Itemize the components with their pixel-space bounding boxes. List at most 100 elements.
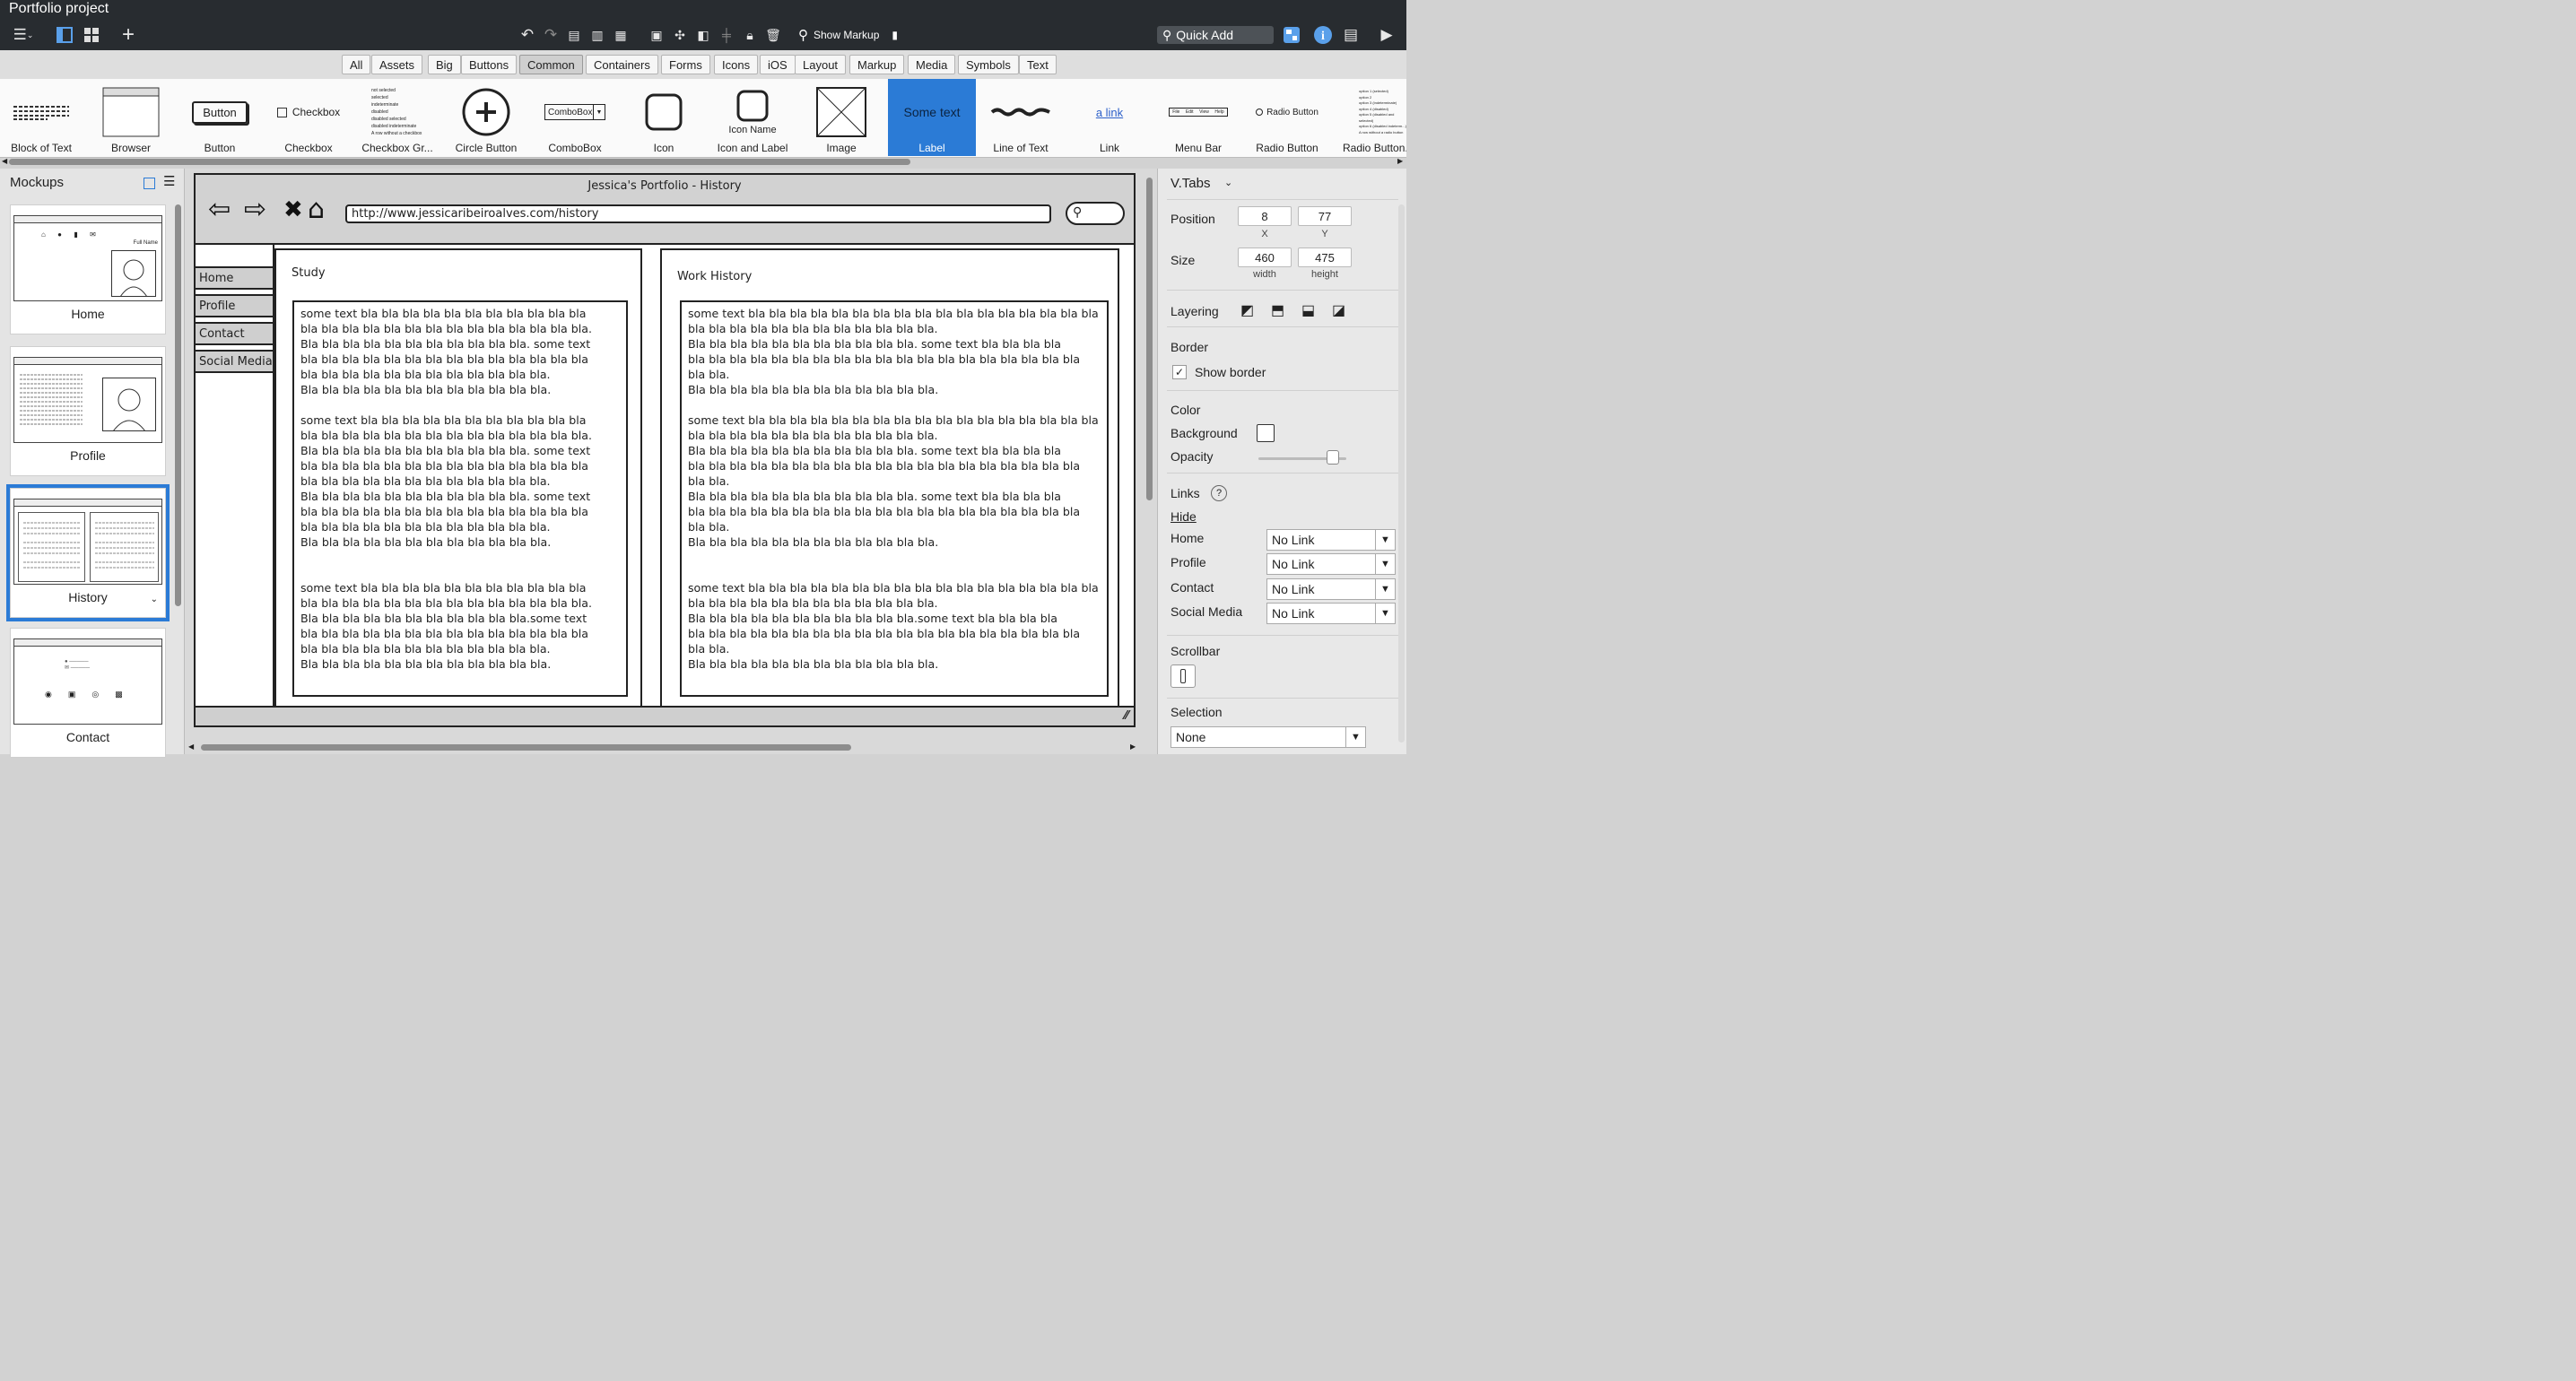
group-icon[interactable]: ▣ [646, 24, 667, 46]
library-item-image[interactable]: Image [797, 79, 885, 156]
cut-icon[interactable]: ▤ [563, 24, 585, 46]
position-x-field[interactable]: 8 [1238, 206, 1292, 226]
home-icon[interactable]: ⌂ [308, 196, 325, 223]
library-item-checkbox-group[interactable]: not selected selected indeterminate disa… [353, 79, 441, 156]
library-item-browser[interactable]: Browser [87, 79, 175, 156]
paste-icon[interactable]: ▦ [610, 24, 631, 46]
mockup-item-contact[interactable]: ● ───── ✉ ───── ◉▣◎▩ Contact [10, 628, 166, 758]
background-color-swatch[interactable] [1257, 424, 1275, 442]
quick-add-input[interactable]: ⚲ Quick Add [1157, 26, 1274, 44]
close-icon[interactable]: ✖ [283, 196, 303, 223]
add-icon[interactable]: + [117, 22, 139, 47]
present-icon[interactable]: ▶ [1376, 24, 1397, 46]
align-icon[interactable]: ╪ [716, 24, 737, 46]
trash-icon[interactable]: 🗑︎ [762, 24, 784, 46]
library-item-icon[interactable]: Icon [620, 79, 708, 156]
canvas-vertical-scrollbar[interactable] [1146, 178, 1153, 500]
inspector-scrollbar[interactable] [1398, 204, 1405, 743]
undo-icon[interactable]: ↶ [517, 24, 538, 46]
library-scroll-right-icon[interactable]: ▶ [1397, 157, 1403, 165]
grid-view-icon[interactable] [81, 24, 102, 46]
position-y-field[interactable]: 77 [1298, 206, 1352, 226]
show-markup-button[interactable]: ⚲ Show Markup ▮ [798, 24, 898, 46]
tab-markup[interactable]: Markup [849, 55, 905, 74]
vtab-home[interactable]: Home [196, 266, 274, 290]
mockup-item-home[interactable]: ⌂ ● ▮ ✉ Full Name Home [10, 204, 166, 334]
tab-common[interactable]: Common [519, 55, 583, 74]
tab-layout[interactable]: Layout [795, 55, 847, 74]
library-item-combobox[interactable]: ComboBox ▼ ComboBox [531, 79, 619, 156]
library-item-block-of-text[interactable]: Block of Text [0, 79, 85, 156]
mockup-item-profile[interactable]: Profile [10, 346, 166, 476]
design-canvas[interactable]: Jessica's Portfolio - History ⇦ ⇨ ✖ ⌂ ht… [185, 169, 1157, 754]
browser-mockup[interactable]: Jessica's Portfolio - History ⇦ ⇨ ✖ ⌂ ht… [194, 173, 1136, 727]
canvas-horizontal-scrollbar[interactable] [201, 744, 851, 751]
tab-forms[interactable]: Forms [661, 55, 710, 74]
library-item-radio-button[interactable]: Radio Button Radio Button [1243, 79, 1331, 156]
vtab-contact[interactable]: Contact [196, 322, 274, 345]
mockups-scrollbar[interactable] [175, 204, 181, 606]
ungroup-icon[interactable]: ✣ [669, 24, 691, 46]
help-icon[interactable]: ? [1211, 485, 1227, 501]
forward-arrow-icon[interactable]: ⇨ [244, 196, 266, 223]
library-item-button[interactable]: Button Button [176, 79, 264, 156]
link-home-select[interactable]: No Link ▼ [1266, 529, 1396, 551]
height-field[interactable]: 475 [1298, 248, 1352, 267]
selection-select[interactable]: None ▼ [1171, 726, 1366, 748]
opacity-slider-handle[interactable] [1327, 450, 1340, 465]
bring-to-front-icon[interactable]: ◩ [1240, 301, 1254, 319]
tab-assets[interactable]: Assets [371, 55, 423, 74]
tab-media[interactable]: Media [908, 55, 956, 74]
chevron-down-icon[interactable]: ⌄ [151, 595, 158, 604]
link-profile-select[interactable]: No Link ▼ [1266, 553, 1396, 575]
tab-big[interactable]: Big [428, 55, 461, 74]
library-item-label[interactable]: Some text Label [888, 79, 976, 156]
account-icon[interactable] [1281, 24, 1302, 46]
tab-icons[interactable]: Icons [714, 55, 759, 74]
study-text[interactable]: some text bla bla bla bla bla bla bla bl… [292, 300, 628, 697]
info-icon[interactable]: i [1312, 24, 1334, 46]
tab-symbols[interactable]: Symbols [958, 55, 1019, 74]
send-backward-icon[interactable]: ⬓ [1301, 301, 1315, 319]
tab-all[interactable]: All [342, 55, 371, 74]
library-item-link[interactable]: a link Link [1066, 79, 1153, 156]
link-contact-select[interactable]: No Link ▼ [1266, 578, 1396, 600]
tab-buttons[interactable]: Buttons [461, 55, 518, 74]
library-item-checkbox[interactable]: Checkbox Checkbox [265, 79, 352, 156]
copy-icon[interactable]: ▥ [587, 24, 608, 46]
library-item-line-of-text[interactable]: Line of Text [977, 79, 1065, 156]
mockup-item-history[interactable]: History ⌄ [6, 484, 170, 621]
scroll-right-icon[interactable]: ▶ [1130, 743, 1136, 751]
send-to-back-icon[interactable]: ◪ [1332, 301, 1345, 319]
tab-ios[interactable]: iOS [760, 55, 796, 74]
search-field[interactable]: ⚲ [1066, 202, 1125, 225]
menu-icon[interactable]: ☰ ⌄ [9, 24, 38, 46]
thumbnail-view-icon[interactable] [144, 178, 155, 189]
link-social-media-select[interactable]: No Link ▼ [1266, 603, 1396, 624]
width-field[interactable]: 460 [1238, 248, 1292, 267]
library-item-menu-bar[interactable]: File Edit View Help Menu Bar [1154, 79, 1242, 156]
scrollbar-toggle-icon[interactable] [1171, 664, 1196, 688]
lock-icon[interactable]: 🔒︎ [739, 24, 761, 46]
url-field[interactable]: http://www.jessicaribeiroalves.com/histo… [345, 204, 1051, 223]
vtab-social-media[interactable]: Social Media [196, 350, 274, 373]
back-arrow-icon[interactable]: ⇦ [208, 196, 231, 223]
hide-links-link[interactable]: Hide [1171, 509, 1197, 524]
scroll-left-icon[interactable]: ◀ [188, 743, 194, 751]
notes-icon[interactable]: ▤ [1340, 24, 1362, 46]
tab-containers[interactable]: Containers [586, 55, 658, 74]
library-item-circle-button[interactable]: Circle Button [442, 79, 530, 156]
resize-grip-icon[interactable]: ⁄⁄ [1125, 709, 1128, 723]
work-history-text[interactable]: some text bla bla bla bla bla bla bla bl… [680, 300, 1109, 697]
library-scrollbar[interactable] [9, 159, 910, 165]
library-scroll-left-icon[interactable]: ◀ [2, 157, 7, 165]
show-border-checkbox[interactable]: ✓ [1172, 365, 1187, 379]
redo-icon[interactable]: ↷ [540, 24, 561, 46]
vtab-profile[interactable]: Profile [196, 294, 274, 317]
library-item-radio-button-group[interactable]: option 1 (selected) option 2 option 3 (i… [1332, 79, 1406, 156]
list-view-icon[interactable]: ☰ [163, 173, 175, 189]
single-view-icon[interactable] [54, 24, 75, 46]
chevron-down-icon[interactable]: ⌄ [1224, 177, 1232, 188]
arrange-icon[interactable]: ◧ [692, 24, 714, 46]
tab-text[interactable]: Text [1019, 55, 1057, 74]
